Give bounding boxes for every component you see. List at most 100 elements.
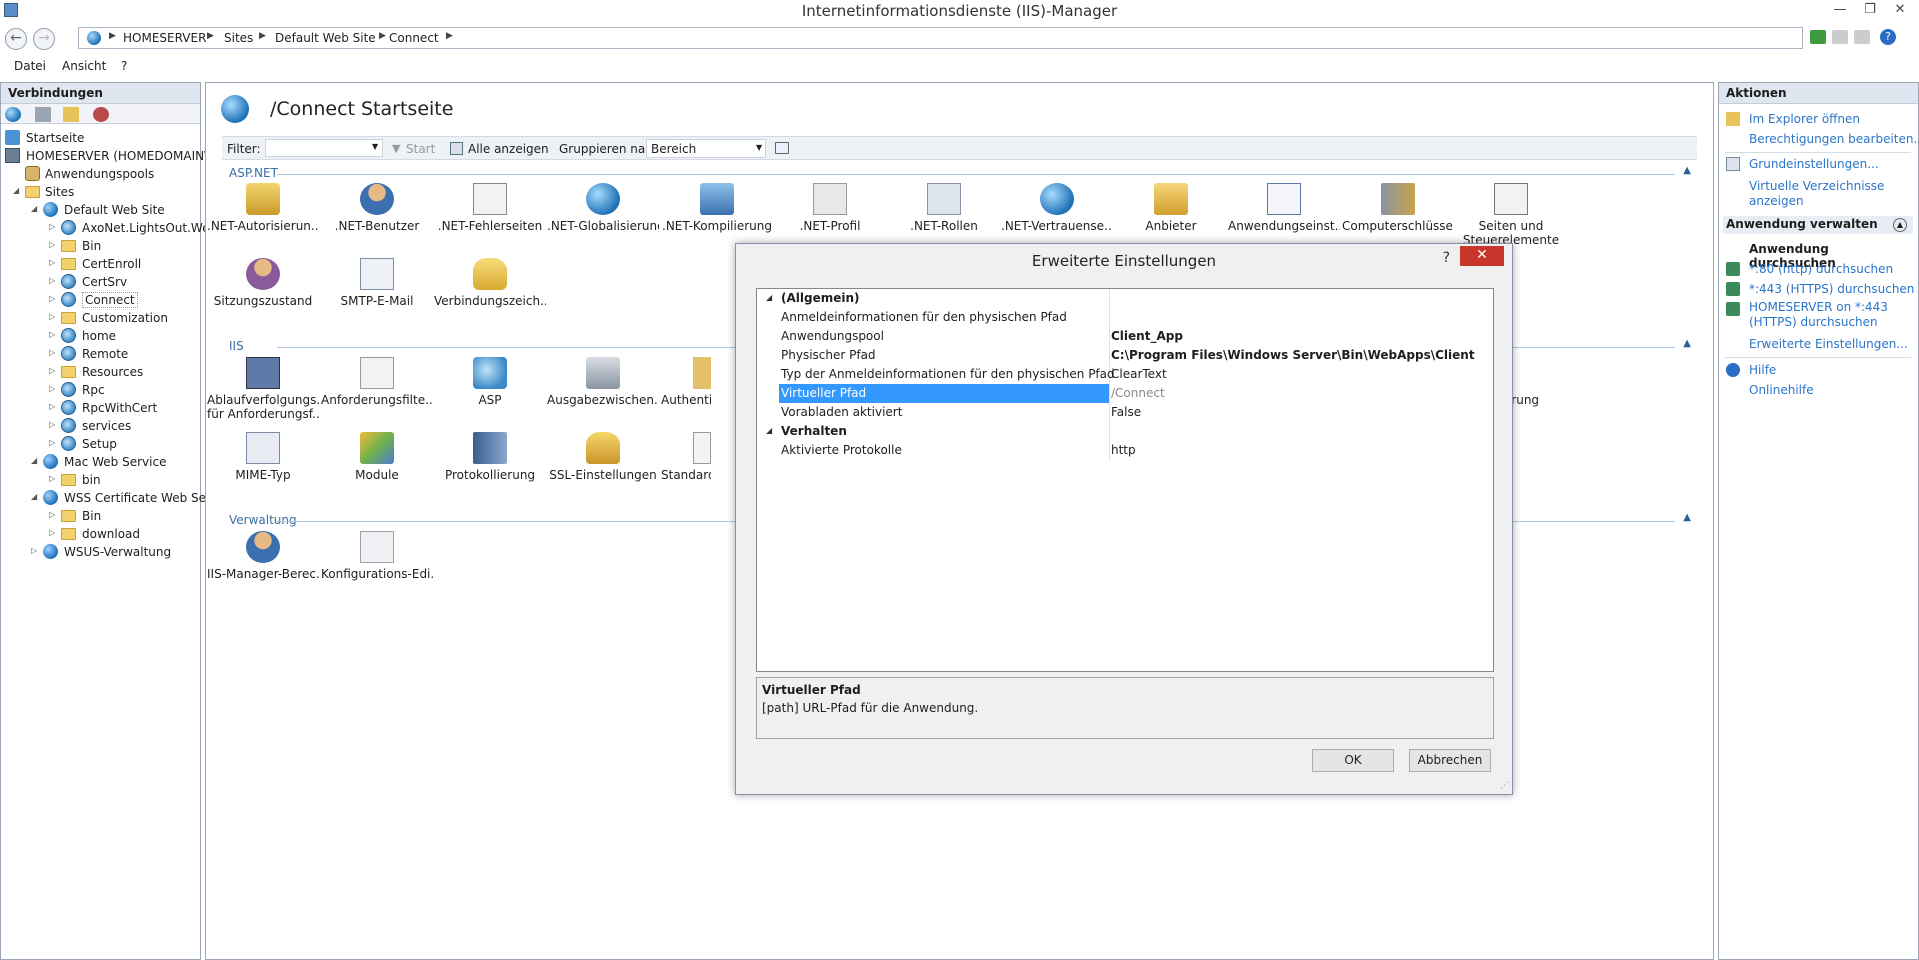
action-browse-443[interactable]: *:443 (HTTPS) durchsuchen <box>1749 282 1914 296</box>
connect-icon[interactable] <box>5 107 21 122</box>
collapsed-arrow-icon[interactable]: ▷ <box>49 528 55 537</box>
category-general[interactable]: ◢ (Allgemein) <box>757 289 1493 308</box>
action-virtual-directories-2[interactable]: anzeigen <box>1749 194 1804 208</box>
cancel-button[interactable]: Abbrechen <box>1409 749 1491 772</box>
collapsed-arrow-icon[interactable]: ▷ <box>49 510 55 519</box>
feature-net-trust[interactable]: .NET-Vertrauense... <box>1001 183 1113 233</box>
resize-grip-icon[interactable]: ⋰ <box>1500 781 1509 791</box>
collapsed-arrow-icon[interactable]: ▷ <box>49 438 55 447</box>
collapsed-arrow-icon[interactable]: ▷ <box>49 294 55 303</box>
section-manage-app[interactable]: Anwendung verwalten ▲ <box>1723 216 1913 234</box>
crumb-default-web-site[interactable]: Default Web Site <box>275 31 376 45</box>
collapsed-arrow-icon[interactable]: ▷ <box>49 420 55 429</box>
action-virtual-directories-1[interactable]: Virtuelle Verzeichnisse <box>1749 179 1884 193</box>
address-bar[interactable]: ▶ HOMESERVER ▶ Sites ▶ Default Web Site … <box>78 27 1803 49</box>
refresh-icon[interactable] <box>1810 30 1826 44</box>
collapsed-arrow-icon[interactable]: ▷ <box>49 366 55 375</box>
expanded-arrow-icon[interactable]: ◢ <box>31 492 37 501</box>
action-basic-settings[interactable]: Grundeinstellungen... <box>1749 157 1879 171</box>
feature-failed-request-tracing[interactable]: Ablaufverfolgungs... für Anforderungsf... <box>207 357 319 421</box>
collapse-icon[interactable]: ▲ <box>1683 338 1691 349</box>
feature-net-profile[interactable]: .NET-Profil <box>774 183 886 233</box>
feature-modules[interactable]: Module <box>321 432 433 482</box>
feature-asp[interactable]: ASP <box>434 357 546 407</box>
folder-up-icon[interactable] <box>63 107 79 122</box>
crumb-server[interactable]: HOMESERVER <box>123 31 206 45</box>
feature-net-globalization[interactable]: .NET-Globalisierung <box>547 183 659 233</box>
feature-iis-manager-permissions[interactable]: IIS-Manager-Berec... <box>207 531 319 581</box>
minimize-button[interactable]: — <box>1826 0 1854 22</box>
collapsed-arrow-icon[interactable]: ▷ <box>49 384 55 393</box>
crumb-connect[interactable]: Connect <box>389 31 439 45</box>
action-browse-host-1[interactable]: HOMESERVER on *:443 <box>1749 300 1888 314</box>
feature-configuration-editor[interactable]: Konfigurations-Edi... <box>321 531 433 581</box>
dialog-help-button[interactable]: ? <box>1443 250 1450 266</box>
restore-button[interactable]: ❐ <box>1856 0 1884 22</box>
collapsed-arrow-icon[interactable]: ▷ <box>49 222 55 231</box>
feature-net-roles[interactable]: .NET-Rollen <box>888 183 1000 233</box>
property-row[interactable]: Typ der Anmeldeinformationen für den phy… <box>757 365 1493 384</box>
feature-authentication[interactable]: Authenti <box>661 357 711 407</box>
collapse-arrow-icon[interactable]: ◢ <box>766 426 772 435</box>
help-dropdown-icon[interactable]: ? <box>1880 29 1896 45</box>
expanded-arrow-icon[interactable]: ◢ <box>13 186 19 195</box>
forward-button[interactable]: → <box>33 28 55 50</box>
action-edit-permissions[interactable]: Berechtigungen bearbeiten... <box>1749 132 1919 146</box>
feature-net-error-pages[interactable]: .NET-Fehlerseiten <box>434 183 546 233</box>
feature-net-compilation[interactable]: .NET-Kompilierung <box>661 183 773 233</box>
filter-input[interactable] <box>265 139 383 157</box>
feature-net-users[interactable]: .NET-Benutzer <box>321 183 433 233</box>
stop-icon[interactable] <box>1832 30 1848 44</box>
feature-connection-strings[interactable]: Verbindungszeich... <box>434 258 546 308</box>
feature-providers[interactable]: Anbieter <box>1115 183 1227 233</box>
show-all-button[interactable]: Alle anzeigen <box>468 142 549 156</box>
feature-session-state[interactable]: Sitzungszustand <box>207 258 319 308</box>
collapsed-arrow-icon[interactable]: ▷ <box>49 402 55 411</box>
ok-button[interactable]: OK <box>1312 749 1394 772</box>
expanded-arrow-icon[interactable]: ◢ <box>31 204 37 213</box>
save-icon[interactable] <box>35 107 51 122</box>
property-row[interactable]: Aktivierte Protokolle http <box>757 441 1493 460</box>
view-mode-icon[interactable] <box>775 142 789 154</box>
action-explore[interactable]: Im Explorer öffnen <box>1749 112 1860 126</box>
feature-request-filtering[interactable]: Anforderungsfilte... <box>321 357 433 407</box>
feature-machine-key[interactable]: Computerschlüssel <box>1342 183 1454 233</box>
collapse-arrow-icon[interactable]: ◢ <box>766 293 772 302</box>
group-dropdown-icon[interactable]: ▼ <box>756 143 762 152</box>
action-advanced-settings[interactable]: Erweiterte Einstellungen... <box>1749 337 1908 351</box>
property-row[interactable]: Anwendungspool Client_App <box>757 327 1493 346</box>
feature-output-caching[interactable]: Ausgabezwischen... <box>547 357 659 407</box>
collapsed-arrow-icon[interactable]: ▷ <box>49 330 55 339</box>
expanded-arrow-icon[interactable]: ◢ <box>31 456 37 465</box>
collapsed-arrow-icon[interactable]: ▷ <box>49 258 55 267</box>
property-row[interactable]: Physischer Pfad C:\Program Files\Windows … <box>757 346 1493 365</box>
property-row-selected[interactable]: Virtueller Pfad/Connect <box>757 384 1493 403</box>
collapsed-arrow-icon[interactable]: ▷ <box>49 312 55 321</box>
start-button[interactable]: Start <box>406 142 435 156</box>
collapsed-arrow-icon[interactable]: ▷ <box>49 474 55 483</box>
filter-dropdown-icon[interactable]: ▼ <box>372 142 378 151</box>
category-behavior[interactable]: ◢ Verhalten <box>757 422 1493 441</box>
section-aspnet[interactable]: ASP.NET ▲ <box>222 165 1697 180</box>
menu-datei[interactable]: Datei <box>14 59 46 73</box>
collapsed-arrow-icon[interactable]: ▷ <box>31 546 37 555</box>
feature-net-authorization[interactable]: .NET-Autorisierun... <box>207 183 319 233</box>
crumb-sites[interactable]: Sites <box>224 31 253 45</box>
feature-smtp-email[interactable]: SMTP-E-Mail <box>321 258 433 308</box>
property-row[interactable]: Anmeldeinformationen für den physischen … <box>757 308 1493 327</box>
collapse-icon[interactable]: ▲ <box>1683 165 1691 176</box>
collapse-icon[interactable]: ▲ <box>1683 512 1691 523</box>
feature-ssl-settings[interactable]: SSL-Einstellungen <box>547 432 659 482</box>
menu-help[interactable]: ? <box>121 59 127 73</box>
back-button[interactable]: ← <box>5 28 27 50</box>
feature-pages-controls[interactable]: Seiten und Steuerelemente <box>1455 183 1567 247</box>
property-row[interactable]: Vorabladen aktiviert False <box>757 403 1493 422</box>
funnel-icon[interactable]: ▼ <box>392 142 400 155</box>
feature-logging[interactable]: Protokollierung <box>434 432 546 482</box>
collapse-icon[interactable]: ▲ <box>1893 218 1907 232</box>
action-online-help[interactable]: Onlinehilfe <box>1749 383 1814 397</box>
dialog-close-button[interactable]: ✕ <box>1460 246 1504 266</box>
collapsed-arrow-icon[interactable]: ▷ <box>49 276 55 285</box>
feature-mime-types[interactable]: MIME-Typ <box>207 432 319 482</box>
action-help[interactable]: Hilfe <box>1749 363 1776 377</box>
